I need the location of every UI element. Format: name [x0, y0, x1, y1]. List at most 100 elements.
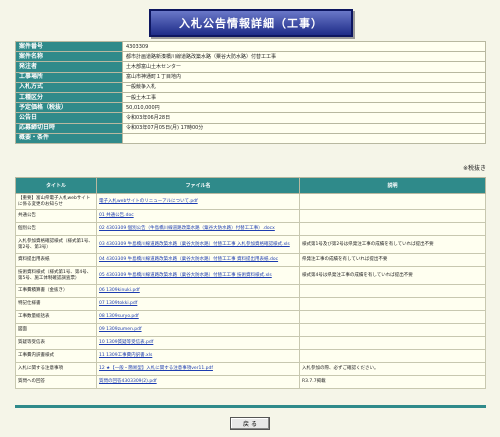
- info-row: 工事場所 富山市神通町１丁目地内: [15, 71, 486, 83]
- info-row: 発注者 土木部富山土木センター: [15, 61, 486, 73]
- attachment-title: 質疑等受信表: [15, 336, 97, 350]
- info-row: 予定価格（税抜） 50,010,000円: [15, 102, 486, 114]
- attachment-row: 図面 09 1309zumen.pdf: [15, 323, 486, 337]
- attachment-note: 入札参加の際、必ずご確認ください。: [299, 362, 486, 376]
- info-label: 案件番号: [15, 40, 123, 53]
- attachment-title: 共通公告: [15, 209, 97, 223]
- attachment-file-link[interactable]: 08 1309suryo.pdf: [99, 314, 139, 319]
- attachment-row: 工事費内訳書様式 11 1309工事費内訳書.xls: [15, 349, 486, 363]
- column-header-note: 説明: [299, 177, 486, 194]
- attachment-title: 工事数量総括表: [15, 310, 97, 324]
- attachments-table: タイトル ファイル名 説明 【重要】富山県電子入札webサイトに係る変更のお知ら…: [15, 177, 486, 389]
- tax-note: ※税抜き: [462, 165, 486, 172]
- attachment-title: 個別公告: [15, 222, 97, 236]
- attachment-file-cell: 電子入札webサイトのリニューアルについて.pdf: [96, 193, 300, 210]
- info-value: [122, 132, 486, 144]
- info-row: 公告日 令和03年06月28日: [15, 112, 486, 124]
- info-value: 令和03年06月28日: [122, 112, 486, 124]
- attachment-row: 質疑等受信表 10 1309質疑等受信表.pdf: [15, 336, 486, 350]
- attachment-file-link[interactable]: 05 4303309 牛島橋川線道路改築水路（粟谷大防水路）付替工工事 技術資料…: [99, 273, 272, 278]
- attachment-file-link[interactable]: 電子入札webサイトのリニューアルについて.pdf: [99, 199, 198, 204]
- attachment-note: [299, 297, 486, 311]
- info-row: 入札方式 一般競争入札: [15, 81, 486, 93]
- attachment-row: 資料提出用表紙 04 4303309 牛島橋川線道路改築水路（粟谷大防水路）付替工…: [15, 253, 486, 267]
- attachment-file-link[interactable]: 03 4303309 牛島橋川線道路改築水路（粟谷大防水路）付替工工事 入札参加…: [99, 242, 290, 247]
- attachment-row: 【重要】富山県電子入札webサイトに係る変更のお知らせ 電子入札webサイトのリニ…: [15, 193, 486, 210]
- attachment-title: 【重要】富山県電子入札webサイトに係る変更のお知らせ: [15, 193, 97, 210]
- attachment-note: [299, 323, 486, 337]
- info-value: 富山市神通町１丁目地内: [122, 71, 486, 83]
- info-row: 応募締切日時 令和03年07月05日(月) 17時00分: [15, 122, 486, 134]
- attachment-file-cell: 11 1309工事費内訳書.xls: [96, 349, 300, 363]
- attachment-row: 質問への回答 質問の回答4303309(2).pdf R3.7.7掲載: [15, 375, 486, 389]
- attachment-row: 入札に関する注意事項 12 ★【一般・簡易型】入札に関する注意事項ver11.pd…: [15, 362, 486, 376]
- attachment-note: [299, 193, 486, 210]
- info-value: 一般土木工事: [122, 91, 486, 104]
- attachment-title: 特記仕様書: [15, 297, 97, 311]
- attachment-note: 様式第1号及び第2号は県発注工事の成績を有していれば提出不要: [299, 235, 486, 254]
- attachment-note: [299, 310, 486, 324]
- attachment-row: 特記仕様書 07 1309tokki.pdf: [15, 297, 486, 311]
- attachment-file-cell: 12 ★【一般・簡易型】入札に関する注意事項ver11.pdf: [96, 362, 300, 376]
- attachment-file-cell: 10 1309質疑等受信表.pdf: [96, 336, 300, 350]
- info-label: 入札方式: [15, 81, 123, 93]
- attachment-row: 共通公告 01 共通公告.doc: [15, 209, 486, 223]
- attachment-note: [299, 284, 486, 298]
- attachment-file-cell: 質問の回答4303309(2).pdf: [96, 375, 300, 389]
- info-label: 案件名称: [15, 51, 123, 63]
- footer-divider: [15, 405, 486, 408]
- info-label: 発注者: [15, 61, 123, 73]
- info-label: 概要・条件: [15, 132, 123, 144]
- info-row: 工種区分 一般土木工事: [15, 91, 486, 104]
- attachment-row: 個別公告 02 4303309 個別公告（牛島橋川線道路改築水路（粟谷大防水路）付…: [15, 222, 486, 236]
- attachments-header-row: タイトル ファイル名 説明: [15, 177, 486, 194]
- info-label: 工事場所: [15, 71, 123, 83]
- info-value: 一般競争入札: [122, 81, 486, 93]
- info-value: 令和03年07月05日(月) 17時00分: [122, 122, 486, 134]
- column-header-file: ファイル名: [96, 177, 300, 194]
- attachment-row: 工事費積算書（金抜き） 06 1309kinuki.pdf: [15, 284, 486, 298]
- info-row: 案件番号 4303309: [15, 40, 486, 53]
- attachment-row: 入札参加資格確認様式（様式第1号、第2号、第3号） 03 4303309 牛島橋川…: [15, 235, 486, 254]
- attachment-file-link[interactable]: 10 1309質疑等受信表.pdf: [99, 340, 153, 345]
- info-row: 案件名称 都市計画道路新湊橋川線道路改築水路（粟谷大防水路）付替工工事: [15, 51, 486, 63]
- attachment-title: 技術資料様式（様式第1号、第4号、第5号、施工体制確認調査票）: [15, 266, 97, 285]
- attachment-file-link[interactable]: 07 1309tokki.pdf: [99, 301, 137, 306]
- back-button[interactable]: 戻 る: [230, 417, 270, 430]
- attachment-title: 入札に関する注意事項: [15, 362, 97, 376]
- attachment-file-link[interactable]: 04 4303309 牛島橋川線道路改築水路（粟谷大防水路）付替工工事 資料提出…: [99, 257, 278, 262]
- info-label: 応募締切日時: [15, 122, 123, 134]
- attachment-file-link[interactable]: 06 1309kinuki.pdf: [99, 288, 140, 293]
- attachment-row: 技術資料様式（様式第1号、第4号、第5号、施工体制確認調査票） 05 430330…: [15, 266, 486, 285]
- attachment-file-link[interactable]: 01 共通公告.doc: [99, 213, 134, 218]
- info-label: 予定価格（税抜）: [15, 102, 123, 114]
- info-row: 概要・条件: [15, 132, 486, 144]
- page-title: 入札公告情報詳細（工事）: [149, 9, 353, 37]
- attachment-file-link[interactable]: 02 4303309 個別公告（牛島橋川線道路改築水路（粟谷大防水路）付替工工事…: [99, 226, 275, 231]
- attachment-title: 工事費内訳書様式: [15, 349, 97, 363]
- attachment-title: 資料提出用表紙: [15, 253, 97, 267]
- attachment-file-cell: 06 1309kinuki.pdf: [96, 284, 300, 298]
- info-value: 4303309: [122, 40, 486, 53]
- attachment-file-cell: 04 4303309 牛島橋川線道路改築水路（粟谷大防水路）付替工工事 資料提出…: [96, 253, 300, 267]
- attachment-file-link[interactable]: 11 1309工事費内訳書.xls: [99, 353, 152, 358]
- info-label: 公告日: [15, 112, 123, 124]
- attachment-file-cell: 01 共通公告.doc: [96, 209, 300, 223]
- attachment-note: [299, 336, 486, 350]
- info-label: 工種区分: [15, 91, 123, 104]
- info-value: 50,010,000円: [122, 102, 486, 114]
- attachment-file-link[interactable]: 12 ★【一般・簡易型】入札に関する注意事項ver11.pdf: [99, 366, 213, 371]
- attachment-file-link[interactable]: 09 1309zumen.pdf: [99, 327, 142, 332]
- attachment-file-link[interactable]: 質問の回答4303309(2).pdf: [99, 379, 157, 384]
- attachment-note: R3.7.7掲載: [299, 375, 486, 389]
- attachment-note: [299, 209, 486, 223]
- attachment-title: 図面: [15, 323, 97, 337]
- attachment-file-cell: 03 4303309 牛島橋川線道路改築水路（粟谷大防水路）付替工工事 入札参加…: [96, 235, 300, 254]
- attachment-note: [299, 349, 486, 363]
- attachment-file-cell: 08 1309suryo.pdf: [96, 310, 300, 324]
- attachment-file-cell: 02 4303309 個別公告（牛島橋川線道路改築水路（粟谷大防水路）付替工工事…: [96, 222, 300, 236]
- attachment-note: 様式第4号は県発注工事の成績を有していれば提出不要: [299, 266, 486, 285]
- attachment-title: 入札参加資格確認様式（様式第1号、第2号、第3号）: [15, 235, 97, 254]
- attachment-note: [299, 222, 486, 236]
- column-header-title: タイトル: [15, 177, 97, 194]
